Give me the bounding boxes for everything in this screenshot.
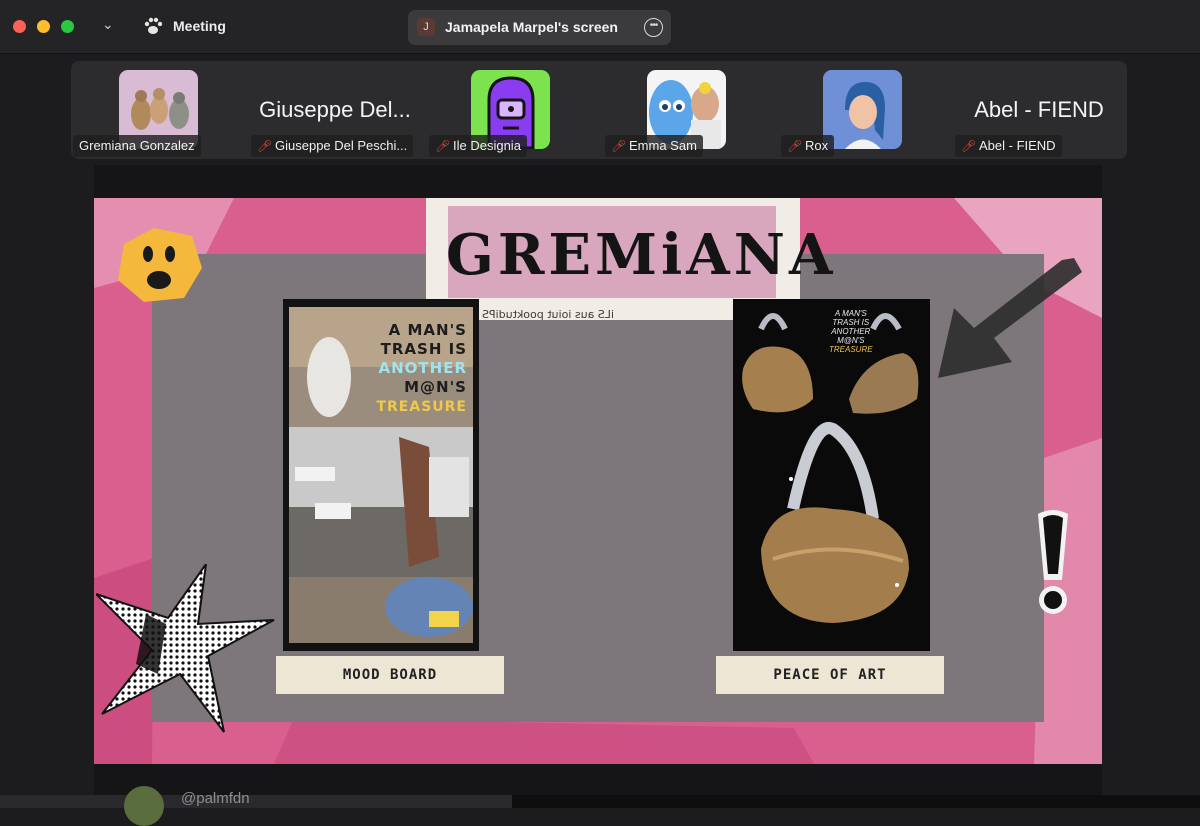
participant-video [823, 70, 902, 149]
mic-muted-icon: 🎤︎ [435, 139, 451, 153]
bags-caption-line: M@N'S [837, 336, 865, 345]
mood-board-collage: A MAN'S TRASH IS ANOTHER M@N'S TREASURE [289, 307, 473, 643]
participant-name: Gremiana Gonzalez [79, 138, 195, 153]
participant-tile[interactable]: Gremiana Gonzalez [71, 61, 247, 159]
participant-name-tag: 🎤︎ Ile Designia [429, 135, 527, 157]
close-window-button[interactable] [13, 20, 26, 33]
app-title: Meeting [173, 18, 226, 34]
window-titlebar: ⌄ Meeting J Jamapela Marpel's screen ••• [0, 0, 1200, 54]
user-handle: @palmfdn [181, 790, 250, 807]
bottom-dark-area [512, 795, 1200, 808]
peace-of-art-label: PEACE OF ART [716, 656, 944, 694]
screen-share-indicator[interactable]: J Jamapela Marpel's screen ••• [408, 10, 671, 45]
bags-caption-line: TREASURE [829, 345, 873, 354]
mood-board-label: MOOD BOARD [276, 656, 504, 694]
participant-name: Rox [805, 138, 829, 153]
participant-display-name: Abel - FIEND [974, 97, 1104, 122]
participant-name-tag: 🎤︎ Abel - FIEND [955, 135, 1062, 157]
participant-name: Giuseppe Del Peschi... [275, 138, 408, 153]
participant-name-tag: 🎤︎ Giuseppe Del Peschi... [251, 135, 414, 157]
participant-name-tag: 🎤︎ Rox [781, 135, 835, 157]
bags-caption-line: A MAN'S [834, 309, 867, 318]
minimize-window-button[interactable] [37, 20, 50, 33]
participant-name: Abel - FIEND [979, 138, 1056, 153]
exclamation-icon [1038, 510, 1068, 614]
participant-strip: Gremiana Gonzalez Giuseppe Del... 🎤︎ Gius… [71, 61, 1127, 159]
zoom-window-button[interactable] [61, 20, 74, 33]
arrow-icon [938, 258, 1082, 378]
participant-tile[interactable]: 🎤︎ Rox [775, 61, 951, 159]
participant-name: Ile Designia [453, 138, 521, 153]
mic-muted-icon: 🎤︎ [787, 139, 803, 153]
surprised-face-icon [118, 228, 202, 302]
participant-tile[interactable]: 🎤︎ Ile Designia [423, 61, 599, 159]
mic-muted-icon: 🎤︎ [961, 139, 977, 153]
avatar [124, 786, 164, 826]
poster-line: TRASH IS [380, 340, 467, 358]
participant-tile[interactable]: Abel - FIEND 🎤︎ Abel - FIEND [951, 61, 1127, 159]
presentation-slide: GREMiANA iLS aus ioiut pooktudiPS A MAN'… [94, 198, 1102, 764]
participant-tile[interactable]: 🎤︎ Emma Sam [599, 61, 775, 159]
participant-tile[interactable]: Giuseppe Del... 🎤︎ Giuseppe Del Peschi... [247, 61, 423, 159]
screen-share-label: Jamapela Marpel's screen [445, 19, 618, 35]
paw-icon [144, 17, 163, 34]
participant-display-name: Giuseppe Del... [259, 97, 411, 122]
bags-caption-line: TRASH IS [832, 318, 870, 327]
mood-board-image: A MAN'S TRASH IS ANOTHER M@N'S TREASURE [283, 299, 479, 651]
poster-line: M@N'S [404, 378, 467, 396]
poster-line: TREASURE [376, 399, 467, 415]
mirrored-caption: iLS aus ioiut pooktudiPS [482, 308, 614, 321]
poster-line: ANOTHER [378, 359, 467, 377]
more-options-icon[interactable]: ••• [644, 18, 663, 37]
chevron-down-icon[interactable]: ⌄ [102, 16, 114, 33]
slide-title: GREMiANA [446, 222, 837, 288]
participant-name-tag: Gremiana Gonzalez [73, 135, 201, 157]
peace-of-art-image: A MAN'S TRASH IS ANOTHER M@N'S TREASURE [733, 299, 930, 651]
mic-muted-icon: 🎤︎ [257, 139, 273, 153]
starburst-icon [96, 564, 275, 733]
mic-muted-icon: 🎤︎ [611, 139, 627, 153]
poster-line: A MAN'S [388, 321, 467, 339]
participant-name-tag: 🎤︎ Emma Sam [605, 135, 703, 157]
bags-caption-line: ANOTHER [831, 327, 871, 336]
participant-name: Emma Sam [629, 138, 697, 153]
sharer-avatar: J [417, 18, 435, 36]
bags-caption: A MAN'S TRASH IS ANOTHER M@N'S TREASURE [829, 309, 873, 354]
